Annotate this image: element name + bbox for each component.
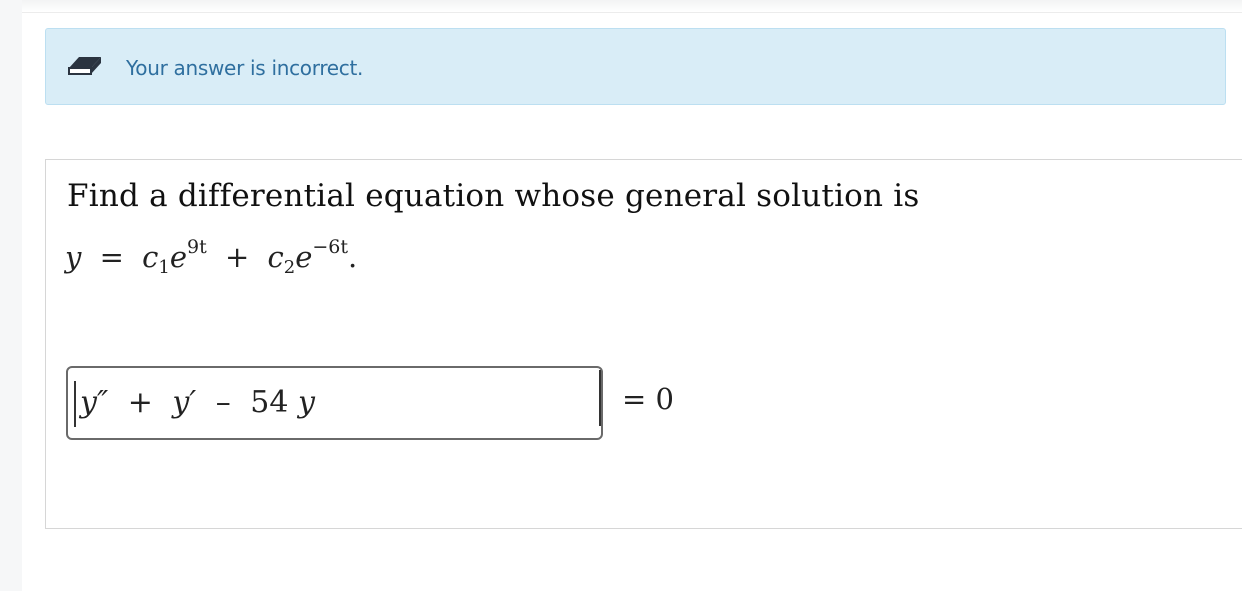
answer-y-prime: y′ <box>172 385 197 420</box>
left-rail <box>0 0 22 591</box>
const-c2: c <box>267 240 284 274</box>
answer-input[interactable]: y″ + y′ – 54 y <box>66 366 603 440</box>
equation-rhs: = 0 <box>622 382 674 416</box>
alert-message: Your answer is incorrect. <box>126 56 364 80</box>
top-divider <box>22 0 1242 13</box>
subscript-2: 2 <box>283 257 296 278</box>
answer-minus: – <box>215 385 231 420</box>
input-right-bar <box>599 370 601 426</box>
plus-sign: + <box>224 240 250 274</box>
exponent-1: 9t <box>187 236 207 258</box>
exponent-2: −6t <box>312 236 349 258</box>
eraser-icon <box>67 54 103 80</box>
answer-y: y <box>297 385 315 420</box>
question-prompt: Find a differential equation whose gener… <box>67 178 920 214</box>
subscript-1: 1 <box>158 257 170 278</box>
question-panel: Find a differential equation whose gener… <box>45 159 1242 529</box>
answer-plus: + <box>127 385 153 420</box>
exp-base-2: e <box>295 240 313 274</box>
general-solution: y = c1e9t + c2e−6t. <box>65 236 357 278</box>
equals-sign: = <box>99 240 124 274</box>
var-y: y <box>65 240 82 274</box>
exp-base-1: e <box>169 240 188 274</box>
const-c1: c <box>142 240 159 274</box>
answer-y-double-prime: y″ <box>80 385 109 420</box>
period: . <box>348 240 358 274</box>
input-left-bar <box>74 381 76 427</box>
feedback-alert: Your answer is incorrect. <box>45 28 1226 105</box>
answer-expression[interactable]: y″ + y′ – 54 y <box>80 385 315 420</box>
answer-coefficient: 54 <box>250 385 289 420</box>
